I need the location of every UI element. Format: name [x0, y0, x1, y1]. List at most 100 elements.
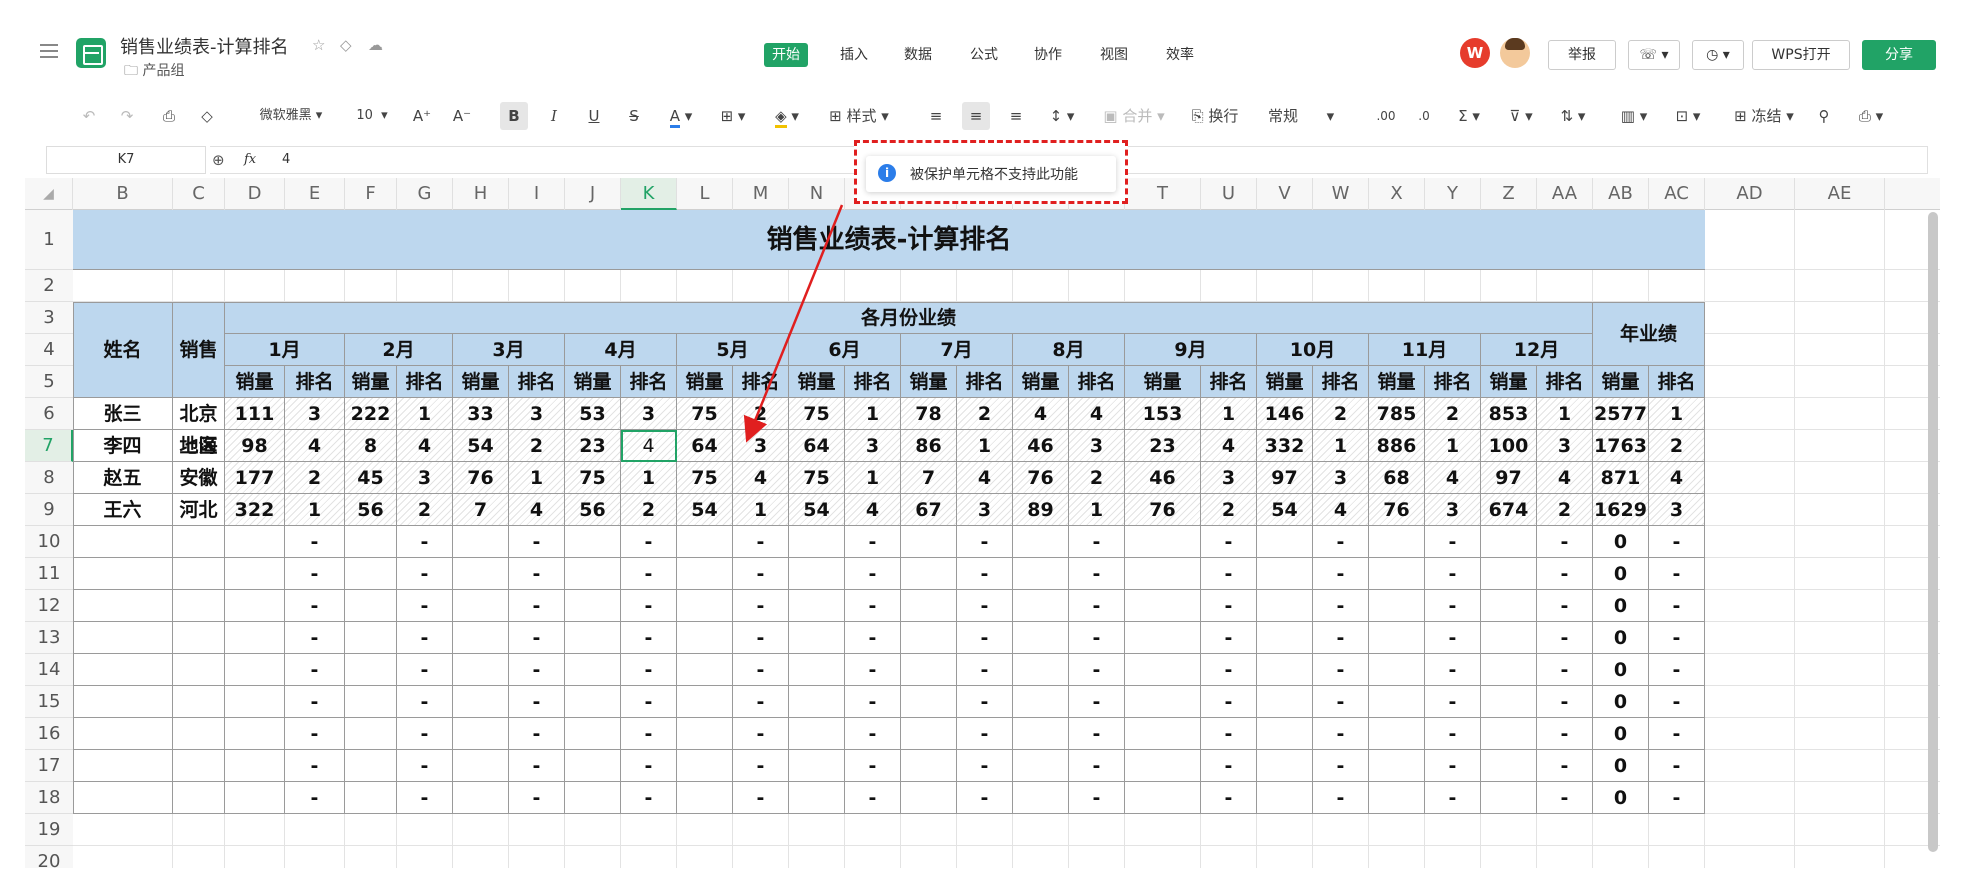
empty-cell[interactable] [565, 718, 621, 750]
empty-cell[interactable]: - [1649, 654, 1705, 686]
cell-value[interactable]: 97 [1481, 462, 1537, 494]
empty-cell[interactable]: - [621, 686, 677, 718]
subheader-sales[interactable]: 销量 [225, 366, 285, 398]
column-header-n[interactable]: N [789, 178, 845, 210]
cell-value[interactable]: 2577 [1593, 398, 1649, 430]
folder-breadcrumb[interactable]: 🗀 产品组 [124, 60, 184, 84]
empty-cell[interactable]: - [621, 526, 677, 558]
cell-value[interactable]: 3 [1425, 494, 1481, 526]
empty-cell[interactable] [73, 558, 173, 590]
empty-cell[interactable] [345, 622, 397, 654]
subheader-rank[interactable]: 排名 [397, 366, 453, 398]
empty-cell[interactable]: - [1537, 686, 1593, 718]
search-icon[interactable]: ⚲ [1812, 102, 1836, 130]
empty-cell[interactable]: - [733, 526, 789, 558]
empty-cell[interactable]: - [1537, 622, 1593, 654]
cell-value[interactable]: 54 [789, 494, 845, 526]
empty-cell[interactable]: - [509, 750, 565, 782]
empty-cell[interactable] [565, 654, 621, 686]
subheader-rank[interactable]: 排名 [733, 366, 789, 398]
cell-value[interactable]: 4 [1537, 462, 1593, 494]
empty-cell[interactable] [1481, 686, 1537, 718]
clear-format-icon[interactable]: ◇ [196, 102, 218, 130]
empty-cell[interactable]: - [845, 590, 901, 622]
empty-cell[interactable]: - [957, 622, 1013, 654]
cell-value[interactable]: 54 [1257, 494, 1313, 526]
number-format-select[interactable]: 常规 ▾ [1268, 102, 1368, 130]
header-month[interactable]: 6月 [789, 334, 901, 366]
header-region[interactable]: 销售地区 [173, 302, 225, 457]
subheader-sales[interactable]: 销量 [1257, 366, 1313, 398]
header-month[interactable]: 1月 [225, 334, 345, 366]
cell-value[interactable]: 23 [565, 430, 621, 462]
empty-cell[interactable]: - [1649, 590, 1705, 622]
header-month[interactable]: 4月 [565, 334, 677, 366]
empty-cell[interactable] [901, 654, 957, 686]
subheader-sales[interactable]: 销量 [1013, 366, 1069, 398]
empty-cell[interactable] [1257, 622, 1313, 654]
empty-cell[interactable]: - [1649, 622, 1705, 654]
cell-value[interactable]: 100 [1481, 430, 1537, 462]
empty-cell[interactable]: - [1201, 750, 1257, 782]
increase-decimal-icon[interactable]: .00 [1374, 102, 1398, 130]
empty-cell[interactable]: - [1313, 654, 1369, 686]
empty-cell[interactable] [1257, 558, 1313, 590]
empty-cell[interactable]: - [1313, 718, 1369, 750]
subheader-sales[interactable]: 销量 [1369, 366, 1425, 398]
empty-cell[interactable] [901, 558, 957, 590]
empty-cell[interactable]: - [1313, 558, 1369, 590]
vertical-scrollbar[interactable] [1928, 212, 1938, 852]
cell-value[interactable]: 322 [225, 494, 285, 526]
row-header-10[interactable]: 10 [25, 526, 73, 558]
cell-value[interactable]: 3 [1313, 462, 1369, 494]
empty-cell[interactable]: 0 [1593, 654, 1649, 686]
empty-cell[interactable] [1369, 686, 1425, 718]
empty-cell[interactable] [173, 654, 225, 686]
empty-cell[interactable] [1369, 782, 1425, 814]
empty-cell[interactable]: - [509, 526, 565, 558]
column-header-z[interactable]: Z [1481, 178, 1537, 210]
freeze-select[interactable]: ⊞ 冻结 ▾ [1726, 102, 1802, 130]
subheader-sales[interactable]: 销量 [1125, 366, 1201, 398]
report-button[interactable]: 举报 [1548, 40, 1616, 70]
subheader-sales[interactable]: 销量 [789, 366, 845, 398]
cell-value[interactable]: 7 [901, 462, 957, 494]
empty-cell[interactable] [1257, 590, 1313, 622]
tag-icon[interactable]: ◇ [340, 36, 352, 54]
empty-cell[interactable] [225, 686, 285, 718]
merge-select[interactable]: ▣ 合并 ▾ [1096, 102, 1172, 130]
empty-cell[interactable]: - [733, 750, 789, 782]
row-header-8[interactable]: 8 [25, 462, 73, 494]
cell-value[interactable]: 4 [397, 430, 453, 462]
empty-cell[interactable] [345, 718, 397, 750]
empty-cell[interactable] [453, 526, 509, 558]
empty-cell[interactable] [565, 526, 621, 558]
empty-cell[interactable]: - [1537, 718, 1593, 750]
cell-value[interactable]: 75 [789, 462, 845, 494]
subheader-sales[interactable]: 销量 [453, 366, 509, 398]
cell-value[interactable]: 1 [1649, 398, 1705, 430]
cell-value[interactable]: 1 [397, 398, 453, 430]
empty-cell[interactable]: - [1425, 590, 1481, 622]
name-box[interactable]: K7 [46, 146, 206, 174]
empty-cell[interactable] [677, 590, 733, 622]
empty-cell[interactable]: - [1313, 590, 1369, 622]
empty-cell[interactable]: - [845, 750, 901, 782]
cell-value[interactable]: 4 [509, 494, 565, 526]
empty-cell[interactable]: - [733, 590, 789, 622]
cell-value[interactable]: 4 [285, 430, 345, 462]
column-header-ab[interactable]: AB [1593, 178, 1649, 210]
empty-cell[interactable]: - [1313, 782, 1369, 814]
empty-cell[interactable]: - [285, 558, 345, 590]
style-select[interactable]: ⊞ 样式 ▾ [822, 102, 896, 130]
empty-cell[interactable] [1481, 718, 1537, 750]
cell-value[interactable]: 2 [957, 398, 1013, 430]
empty-cell[interactable]: - [1649, 750, 1705, 782]
empty-cell[interactable]: - [1069, 590, 1125, 622]
empty-cell[interactable] [677, 718, 733, 750]
cell-value[interactable]: 76 [1125, 494, 1201, 526]
cell-value[interactable]: 2 [1069, 462, 1125, 494]
empty-cell[interactable]: - [1069, 686, 1125, 718]
empty-cell[interactable] [789, 782, 845, 814]
empty-cell[interactable] [225, 654, 285, 686]
